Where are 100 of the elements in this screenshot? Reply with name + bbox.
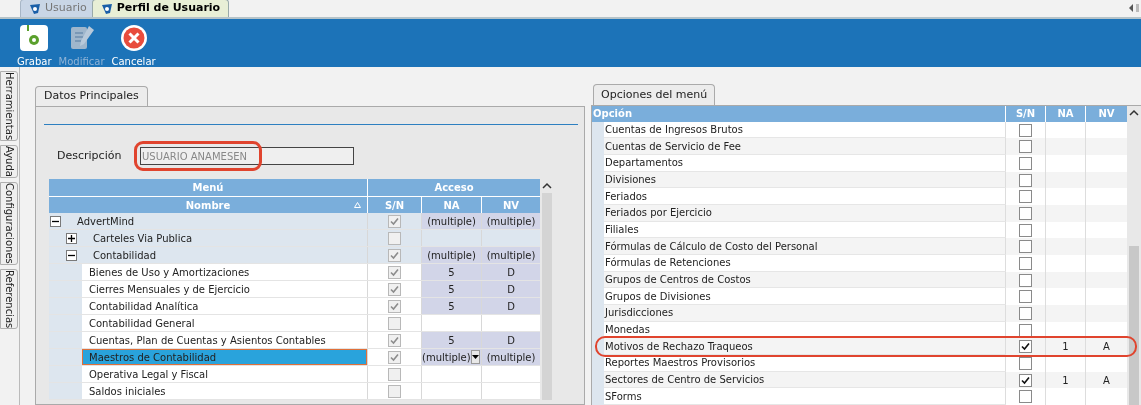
side-tab[interactable]: Herramientas xyxy=(0,71,18,142)
menu-option[interactable]: SForms xyxy=(605,388,642,404)
expand-button[interactable] xyxy=(66,232,77,244)
side-tab[interactable]: Referencias xyxy=(0,268,18,330)
collapse-button[interactable] xyxy=(50,215,61,227)
tree-item[interactable]: Saldos iniciales xyxy=(82,383,367,399)
menu-option[interactable]: Fórmulas de Cálculo de Costo del Personal xyxy=(605,238,818,254)
dropdown-button[interactable] xyxy=(470,350,480,364)
menu-option[interactable]: Reportes Maestros Provisorios xyxy=(605,355,756,371)
panel-tab[interactable]: Opciones del menú xyxy=(593,84,716,105)
checkbox[interactable] xyxy=(1019,173,1032,187)
table-cell-text: D xyxy=(507,333,515,348)
scrollbar[interactable] xyxy=(1127,106,1141,405)
table-cell-text: D xyxy=(507,299,515,314)
table-cell-text: D xyxy=(507,282,515,297)
menu-option[interactable]: Departamentos xyxy=(605,155,683,171)
table-cell-text: 1 xyxy=(1062,340,1069,355)
table-row[interactable]: Operativa Legal y Fiscal xyxy=(49,366,540,383)
tree-item[interactable]: Cuentas, Plan de Cuentas y Asientos Contables xyxy=(82,332,367,348)
table-cell-text: (multiple) xyxy=(426,214,477,229)
table-cell-text: (multiple) xyxy=(422,350,471,365)
menu-option[interactable]: Cuentas de Ingresos Brutos xyxy=(605,122,743,137)
checkbox[interactable] xyxy=(1019,123,1032,137)
cancel-icon xyxy=(119,24,148,52)
menu-option[interactable]: Fórmulas de Retenciones xyxy=(605,255,731,271)
table-cell-text: 5 xyxy=(447,265,456,280)
table-cell-text: A xyxy=(1103,340,1110,355)
indent-margin xyxy=(49,332,82,348)
checkbox[interactable] xyxy=(1019,223,1032,237)
checkbox[interactable] xyxy=(1019,306,1032,320)
table-cell-text: (multiple) xyxy=(486,214,536,229)
checkbox[interactable] xyxy=(1019,273,1032,287)
checkbox[interactable] xyxy=(1019,256,1032,270)
checkbox[interactable] xyxy=(1019,206,1032,220)
scroll-thumb[interactable] xyxy=(1129,246,1139,405)
caret-icon xyxy=(471,355,479,359)
document-tab[interactable]: Perfil de Usuario xyxy=(91,0,230,17)
menu-option[interactable]: Jurisdicciones xyxy=(605,305,674,321)
checkbox[interactable] xyxy=(1019,290,1032,304)
table-row[interactable]: Saldos iniciales xyxy=(49,383,540,400)
tree-item[interactable]: Operativa Legal y Fiscal xyxy=(82,366,367,382)
scroll-tabs-icon[interactable] xyxy=(1129,3,1139,13)
tree-item[interactable]: AdvertMind xyxy=(77,213,367,229)
sort-icon xyxy=(354,202,361,208)
indent-margin xyxy=(49,315,82,331)
table-row[interactable]: AdvertMind (multiple) (multiple) xyxy=(49,213,540,230)
checkbox[interactable] xyxy=(1019,240,1032,254)
menu-option[interactable]: Motivos de Rechazo Traqueos xyxy=(605,338,753,354)
app-logo-icon xyxy=(29,2,41,15)
table-row[interactable]: Departamentos xyxy=(592,155,1127,172)
table-cell-text: (multiple) xyxy=(426,248,477,263)
menu-option[interactable]: Grupos de Centros de Costos xyxy=(605,272,751,288)
tree-item[interactable]: Contabilidad xyxy=(93,247,367,263)
app-logo-icon xyxy=(100,2,113,15)
table-row[interactable]: Contabilidad (multiple) (multiple) xyxy=(49,247,540,264)
menu-option[interactable]: Feriados por Ejercicio xyxy=(605,205,712,221)
table-cell-text: A xyxy=(1103,373,1110,388)
field-label: Descripción xyxy=(57,147,123,164)
checkbox[interactable] xyxy=(1019,390,1032,404)
table-row[interactable]: Bienes de Uso y Amortizaciones 5 D xyxy=(49,264,540,281)
cancel-button[interactable]: Cancelar xyxy=(110,24,157,69)
table-row[interactable]: Cierres Mensuales y de Ejercicio 5 D xyxy=(49,281,540,298)
tree-item[interactable]: Contabilidad Analítica xyxy=(82,298,367,314)
menu-option[interactable]: Monedas xyxy=(605,322,650,338)
checkbox[interactable] xyxy=(1019,373,1032,387)
side-tab[interactable]: Ayuda xyxy=(0,145,18,179)
checkbox[interactable] xyxy=(1019,140,1032,154)
checkbox[interactable] xyxy=(1019,323,1032,337)
panel-tab[interactable]: Datos Principales xyxy=(35,86,148,106)
side-tab[interactable]: Configuraciones xyxy=(0,182,18,265)
table-row[interactable]: Maestros de Contabilidad (multiple) (multiple) xyxy=(49,349,540,366)
menu-option[interactable]: Divisiones xyxy=(605,172,656,188)
tree-item[interactable]: Cierres Mensuales y de Ejercicio xyxy=(82,281,367,297)
table-row[interactable]: Cuentas, Plan de Cuentas y Asientos Contables 5 D xyxy=(49,332,540,349)
save-icon xyxy=(19,24,50,52)
indent-margin xyxy=(49,349,82,365)
table-row[interactable]: Contabilidad Analítica 5 D xyxy=(49,298,540,315)
table-row[interactable]: Grupos de Divisiones xyxy=(592,288,1127,306)
table-row[interactable]: Fórmulas de Retenciones xyxy=(592,255,1127,272)
menu-option[interactable]: Sectores de Centro de Servicios xyxy=(605,372,765,388)
collapse-button[interactable] xyxy=(66,249,77,261)
indent-margin xyxy=(49,264,82,280)
tree-item[interactable]: Bienes de Uso y Amortizaciones xyxy=(82,264,367,280)
checkbox[interactable] xyxy=(1019,190,1032,204)
menu-option[interactable]: Grupos de Divisiones xyxy=(605,288,711,304)
menu-option[interactable]: Cuentas de Servicio de Fee xyxy=(605,138,741,154)
indent-margin xyxy=(49,281,82,297)
checkbox[interactable] xyxy=(1019,156,1032,170)
menu-option[interactable]: Filiales xyxy=(605,222,639,238)
table-row[interactable]: Contabilidad General xyxy=(49,315,540,332)
save-button[interactable]: Grabar xyxy=(16,24,53,69)
tree-item[interactable]: Contabilidad General xyxy=(82,315,367,331)
indent-margin xyxy=(592,388,604,405)
table-row[interactable]: Carteles Via Publica xyxy=(49,230,540,247)
menu-option[interactable]: Feriados xyxy=(605,188,648,204)
tree-item[interactable]: Maestros de Contabilidad xyxy=(82,349,367,365)
table-row[interactable]: Feriados xyxy=(592,188,1127,206)
table-row[interactable]: SForms xyxy=(592,388,1127,405)
tree-item[interactable]: Carteles Via Publica xyxy=(93,230,367,246)
checkbox[interactable] xyxy=(1019,340,1032,354)
